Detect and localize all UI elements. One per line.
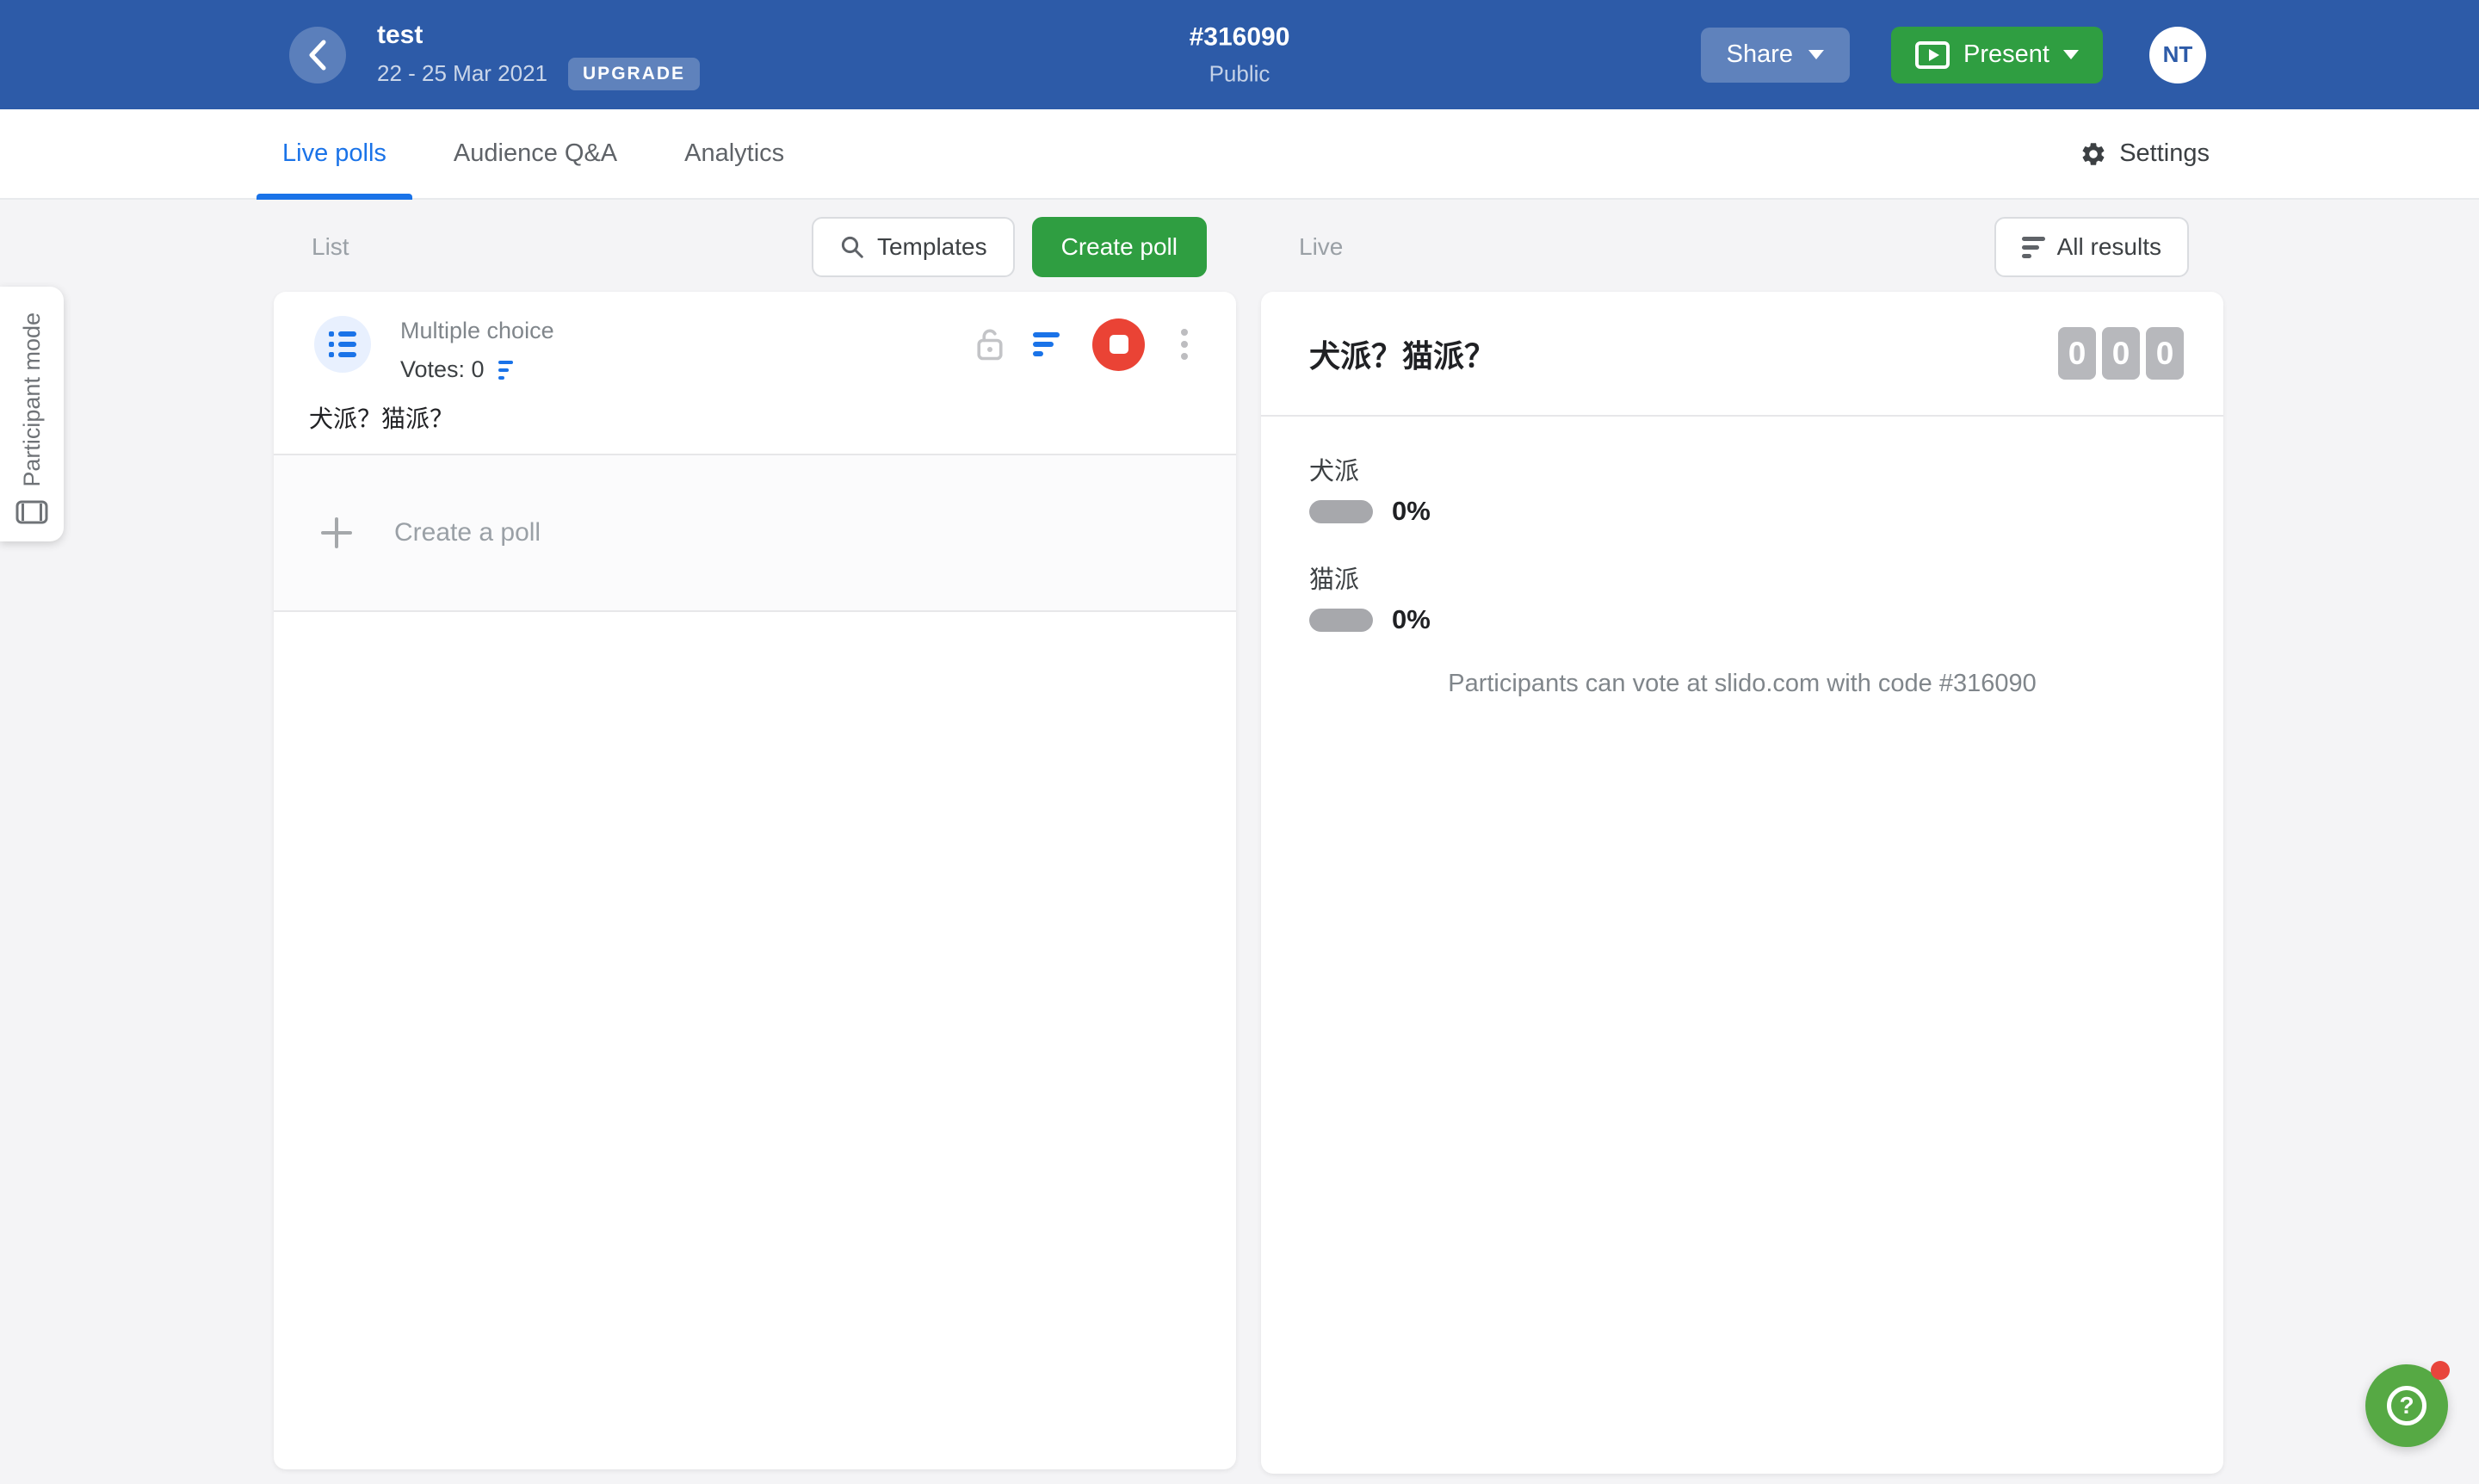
share-label: Share (1727, 40, 1793, 69)
results-bars-icon (2022, 237, 2045, 258)
content-area: List Templates Create poll Live (0, 200, 2479, 1474)
result-option: 猫派 0% (1309, 560, 2175, 635)
help-button[interactable]: ? (2365, 1364, 2448, 1447)
chevron-down-icon (2063, 50, 2079, 59)
counter-digit: 0 (2058, 327, 2096, 380)
header-left-group: test 22 - 25 Mar 2021 UPGRADE (289, 20, 700, 90)
poll-type-badge (314, 316, 371, 373)
poll-votes-label: Votes: 0 (400, 356, 485, 383)
slido-admin-app: test 22 - 25 Mar 2021 UPGRADE #316090 Pu… (0, 0, 2479, 1484)
share-button[interactable]: Share (1701, 28, 1850, 83)
multiple-choice-icon (329, 331, 356, 357)
create-poll-label: Create poll (1061, 233, 1178, 261)
live-label: Live (1299, 233, 1343, 261)
poll-question: 犬派？猫派？ (274, 383, 1236, 435)
section-tabbar: Live polls Audience Q&A Analytics Settin… (0, 109, 2479, 200)
create-a-poll-label: Create a poll (394, 518, 541, 547)
option-percent: 0% (1392, 604, 1431, 635)
unlock-icon[interactable] (974, 325, 1005, 363)
all-results-label: All results (2057, 233, 2161, 261)
option-label: 犬派 (1309, 451, 2175, 487)
show-results-icon[interactable] (1033, 332, 1060, 356)
phone-landscape-icon (15, 500, 48, 524)
back-button[interactable] (289, 27, 346, 83)
live-toolbar: Live All results (1261, 217, 2223, 277)
plus-icon (320, 516, 353, 549)
chevron-down-icon (1808, 50, 1824, 59)
vote-counter: 0 0 0 (2058, 327, 2184, 380)
all-results-button[interactable]: All results (1994, 217, 2189, 277)
live-results-card: 犬派？猫派？ 0 0 0 犬派 0% (1261, 292, 2223, 1474)
counter-digit: 0 (2146, 327, 2184, 380)
event-code: #316090 (1190, 22, 1290, 52)
poll-type-label: Multiple choice (400, 318, 554, 344)
live-question-title: 犬派？猫派？ (1309, 331, 1495, 376)
templates-button[interactable]: Templates (812, 217, 1015, 277)
stop-poll-button[interactable] (1092, 318, 1145, 371)
present-label: Present (1963, 40, 2049, 69)
present-play-icon (1915, 41, 1950, 69)
option-label: 猫派 (1309, 560, 2175, 596)
counter-digit: 0 (2102, 327, 2140, 380)
tab-live-polls[interactable]: Live polls (257, 109, 412, 198)
upgrade-badge[interactable]: UPGRADE (568, 58, 700, 90)
event-dates: 22 - 25 Mar 2021 (377, 60, 547, 87)
polls-toolbar: List Templates Create poll (274, 217, 1236, 277)
search-icon (839, 234, 865, 260)
votes-bars-icon (498, 361, 513, 380)
event-visibility: Public (1190, 60, 1290, 87)
option-bar (1309, 500, 1373, 523)
participant-mode-label: Participant mode (19, 312, 46, 487)
present-button[interactable]: Present (1891, 27, 2103, 83)
chevron-left-icon (306, 39, 329, 71)
participant-mode-tab[interactable]: Participant mode (0, 287, 64, 541)
divider (274, 610, 1236, 612)
toolbar: List Templates Create poll Live (274, 217, 2479, 277)
settings-button[interactable]: Settings (2080, 109, 2210, 198)
participants-vote-note: Participants can vote at slido.com with … (1309, 670, 2175, 698)
event-header: test 22 - 25 Mar 2021 UPGRADE #316090 Pu… (0, 0, 2479, 109)
notification-dot (2431, 1361, 2450, 1380)
settings-label: Settings (2119, 139, 2210, 168)
user-avatar[interactable]: NT (2149, 27, 2206, 83)
option-bar (1309, 609, 1373, 632)
tab-analytics[interactable]: Analytics (658, 109, 810, 198)
question-mark-icon: ? (2387, 1386, 2426, 1425)
list-label: List (312, 233, 349, 261)
event-meta: test 22 - 25 Mar 2021 UPGRADE (377, 20, 700, 90)
templates-label: Templates (877, 233, 987, 261)
tab-audience-qa[interactable]: Audience Q&A (428, 109, 643, 198)
create-a-poll-row[interactable]: Create a poll (274, 455, 1236, 610)
gear-icon (2080, 140, 2107, 168)
header-right-group: Share Present NT (1701, 27, 2206, 83)
event-code-block: #316090 Public (1190, 22, 1290, 87)
result-option: 犬派 0% (1309, 451, 2175, 527)
event-title: test (377, 20, 700, 51)
poll-list-item[interactable]: Multiple choice Votes: 0 (274, 292, 1236, 383)
poll-list-card: Multiple choice Votes: 0 (274, 292, 1236, 1469)
poll-options-menu-icon[interactable] (1178, 325, 1191, 363)
option-percent: 0% (1392, 496, 1431, 527)
create-poll-button[interactable]: Create poll (1032, 217, 1207, 277)
stop-square-icon (1110, 335, 1128, 354)
